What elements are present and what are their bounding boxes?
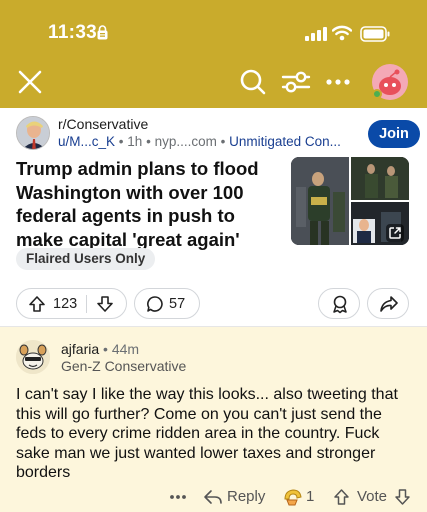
vote-divider	[86, 295, 87, 313]
meta-separator: •	[103, 341, 112, 357]
more-icon[interactable]	[169, 491, 187, 503]
commenter-avatar[interactable]	[16, 340, 50, 374]
reply-button[interactable]: Reply	[227, 488, 265, 505]
vote-control: 123	[16, 288, 127, 319]
subreddit-avatar[interactable]	[16, 116, 50, 150]
search-icon[interactable]	[239, 68, 267, 96]
meta-separator: •	[220, 134, 230, 149]
downvote-icon[interactable]	[394, 488, 411, 506]
upvote-icon[interactable]	[28, 295, 46, 313]
online-status-dot	[372, 89, 382, 99]
snoo-avatar-icon	[16, 340, 50, 374]
award-button[interactable]	[318, 288, 360, 319]
comment-body: I can't say I like the way this looks...…	[16, 386, 398, 481]
meta-separator: •	[118, 134, 128, 149]
upvote-count: 123	[53, 296, 78, 312]
post-author[interactable]: u/M...c_K	[58, 134, 115, 149]
lock-icon	[97, 25, 108, 40]
post-title[interactable]: Trump admin plans to flood Washington wi…	[16, 157, 286, 251]
external-link-icon[interactable]	[386, 224, 404, 242]
downvote-icon[interactable]	[96, 295, 114, 313]
award-icon	[333, 295, 347, 314]
share-button[interactable]	[367, 288, 409, 319]
more-icon[interactable]	[325, 72, 351, 92]
post-flair: Flaired Users Only	[16, 248, 156, 270]
vote-label: Vote	[357, 488, 388, 505]
screen: 11:33 r/Conservative u/M...c_K • 1h • ny…	[0, 0, 427, 512]
post-age: 1h	[127, 134, 143, 149]
comment-username[interactable]: ajfaria	[61, 341, 99, 357]
post-domain[interactable]: nyp....com	[155, 134, 217, 149]
user-flair-tag: Unmitigated Con...	[229, 134, 341, 149]
wifi-icon	[332, 25, 352, 41]
filter-icon[interactable]	[281, 68, 311, 96]
upvote-icon[interactable]	[333, 488, 350, 506]
share-icon	[380, 296, 398, 312]
comment-count: 57	[169, 296, 186, 312]
battery-icon	[360, 26, 390, 42]
status-time: 11:33	[48, 22, 98, 43]
join-button[interactable]: Join	[368, 120, 420, 148]
reply-icon[interactable]	[203, 488, 223, 506]
subreddit-name[interactable]: r/Conservative	[58, 116, 148, 132]
comment-age: 44m	[111, 341, 140, 357]
post-meta: u/M...c_K • 1h • nyp....com • Unmitigate…	[58, 134, 341, 149]
comment-actions: Reply 1 Vote	[0, 485, 427, 509]
comment-icon	[147, 296, 163, 312]
close-icon[interactable]	[16, 68, 44, 96]
award-count: 1	[306, 488, 315, 505]
meta-separator: •	[146, 134, 155, 149]
comment-flair: Gen-Z Conservative	[61, 358, 187, 374]
comments-button[interactable]: 57	[134, 288, 200, 319]
comment-meta: ajfaria • 44m	[61, 341, 139, 357]
signal-icon	[305, 27, 327, 41]
award-icon[interactable]	[282, 486, 304, 508]
top-bar	[0, 0, 427, 108]
